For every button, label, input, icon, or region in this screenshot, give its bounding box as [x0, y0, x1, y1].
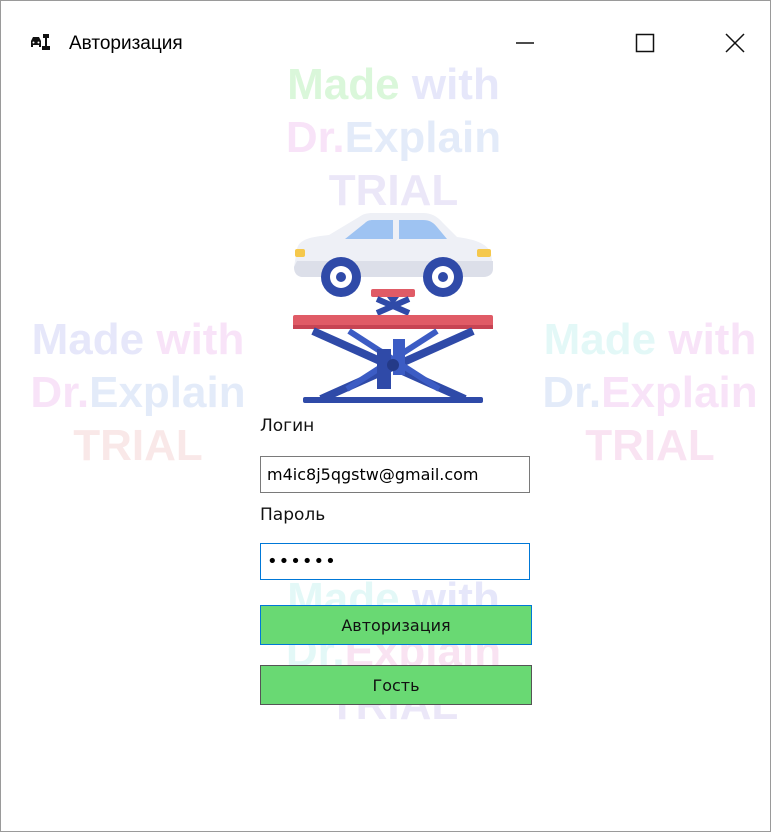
password-input[interactable]: [260, 543, 530, 580]
login-button[interactable]: Авторизация: [260, 605, 532, 645]
minimize-icon: [516, 42, 534, 44]
trial-watermark: Made with Dr.Explain TRIAL: [30, 315, 246, 470]
title-bar: Авторизация: [1, 1, 770, 85]
window-title: Авторизация: [69, 33, 183, 54]
maximize-button[interactable]: [615, 21, 675, 65]
trial-watermark: Made with Dr.Explain TRIAL: [542, 315, 758, 470]
login-input[interactable]: [260, 456, 530, 493]
maximize-icon: [635, 33, 655, 53]
close-button[interactable]: [705, 21, 765, 65]
password-label: Пароль: [260, 505, 326, 525]
car-lift-icon: [293, 213, 493, 403]
minimize-button[interactable]: [495, 21, 555, 65]
login-label: Логин: [260, 416, 315, 436]
close-icon: [725, 33, 745, 53]
car-repair-tools-icon: [29, 32, 51, 54]
guest-button[interactable]: Гость: [260, 665, 532, 705]
trial-watermark: Made with Dr.Explain TRIAL: [285, 574, 502, 729]
login-window: Авторизация Made with Dr.Explain TRIAL M…: [0, 0, 771, 832]
